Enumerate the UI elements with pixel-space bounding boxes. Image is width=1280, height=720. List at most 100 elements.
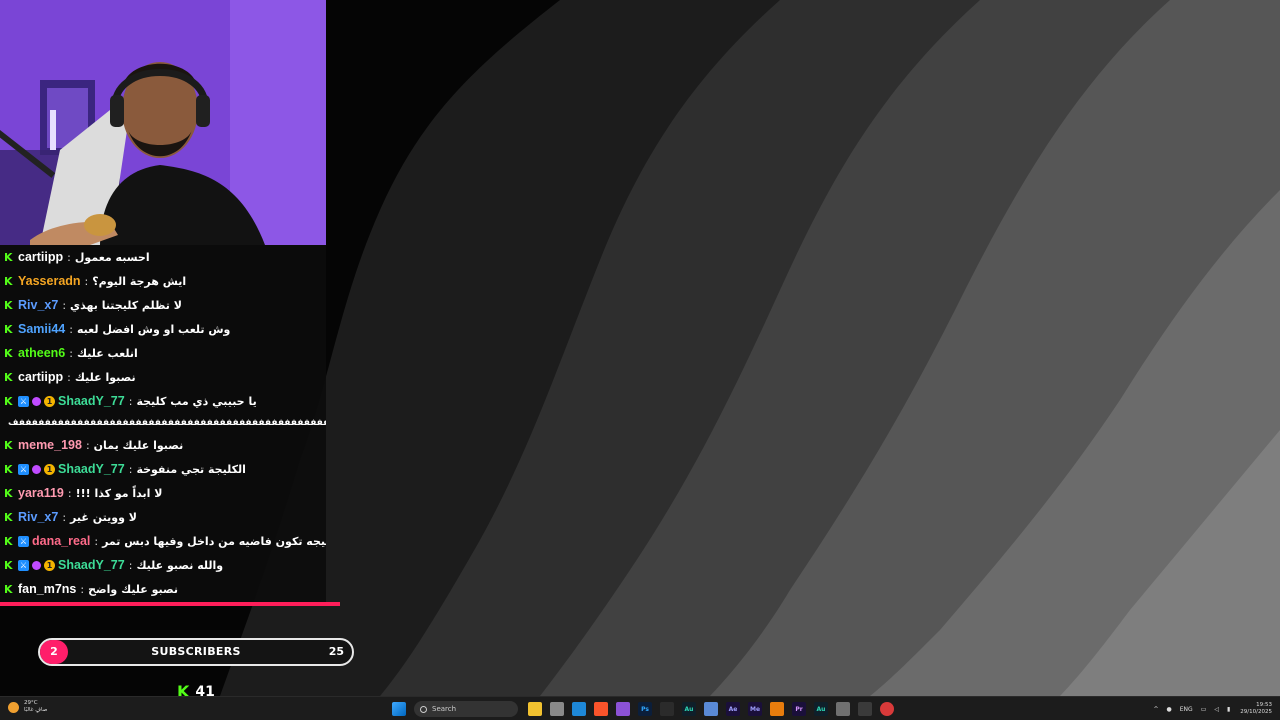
chat-message-text: والله نصبو عليك [136,558,224,572]
chat-username[interactable]: atheen6 [18,346,65,360]
chat-separator: : [128,558,133,572]
system-clock[interactable]: 19:53 29/10/2025 [1240,702,1272,716]
chat-message-text: لا تظلم كليجتنا بهذي [70,298,182,312]
chat-message: K ⚔ 1 ShaadY_77: والله نصبو عليك [0,553,326,577]
chat-message-text: انلعب عليك [76,346,138,360]
chat-message-text: نصبوا عليك يمان [93,438,184,452]
taskbar-apps: Search Ps Au Ae Me Pr Au [388,699,898,719]
chat-username[interactable]: cartiipp [18,370,63,384]
chat-message: Kfan_m7ns: نصبو عليك واضح [0,577,326,601]
coin-badge-icon: 1 [44,559,55,571]
chat-accent-bar [0,602,340,606]
network-icon[interactable]: ▭ [1201,706,1207,713]
recording-app-icon[interactable] [880,702,894,716]
chevron-up-icon[interactable]: ^ [1153,706,1158,713]
visual-studio-icon[interactable] [616,702,630,716]
chat-separator: : [67,486,72,500]
language-indicator[interactable]: ENG [1180,706,1193,713]
chat-separator: : [128,394,133,408]
chat-separator: : [94,534,99,548]
chat-username[interactable]: ShaadY_77 [58,462,125,476]
calculator-icon[interactable] [704,702,718,716]
chat-message: K Samii44: وش تلعب او وش افضل لعبه [0,317,326,341]
chat-username[interactable]: fan_m7ns [18,582,76,596]
capcut-icon[interactable] [660,702,674,716]
obs-icon[interactable] [858,702,872,716]
kick-icon: K [4,346,13,360]
kick-icon: K [4,534,13,548]
chat-separator: : [80,582,85,596]
chat-message-text: احسبه معمول [74,250,150,264]
windows-start-icon[interactable] [392,702,406,716]
search-placeholder: Search [432,705,457,713]
chat-message-text: وش تلعب او وش افضل لعبه [76,322,231,336]
chat-username[interactable]: ShaadY_77 [58,558,125,572]
kick-icon: K [4,486,13,500]
chat-message-text: لا ابداً مو كذا !!! [75,486,163,500]
battery-icon[interactable]: ▮ [1227,706,1230,713]
media-encoder-icon[interactable]: Me [748,702,762,716]
dot-badge-icon [32,396,41,406]
kick-icon: K [4,510,13,524]
weather-sun-icon [8,701,19,713]
subscribers-goal-bar: 2 SUBSCRIBERS 25 [38,638,354,666]
mod-badge-icon: ⚔ [18,395,29,407]
chat-username[interactable]: cartiipp [18,250,63,264]
chat-message-text: نصبوا عليك [74,370,136,384]
chat-username[interactable]: meme_198 [18,438,82,452]
brave-icon[interactable] [594,702,608,716]
settings-icon[interactable] [836,702,850,716]
kick-icon: K [4,370,13,384]
kick-icon: K [4,558,13,572]
chat-message-text: يا حبيبي ذي مب كليجة [136,394,257,408]
chat-message: K Yasseradn: ايش هرجة اليوم؟ [0,269,326,293]
chat-separator: : [62,298,67,312]
chat-username[interactable]: yara119 [18,486,64,500]
clock-time: 19:53 [1256,702,1272,708]
chat-message: Kcartiipp: احسبه معمول [0,245,326,269]
audition-icon[interactable]: Au [682,702,696,716]
kick-icon: K [4,582,13,596]
weather-temp: 29°C [24,700,38,706]
blender-icon[interactable] [770,702,784,716]
subscribers-label: SUBSCRIBERS [151,645,241,658]
search-icon [420,705,427,713]
kick-icon: K [4,394,13,408]
audition-icon-2[interactable]: Au [814,702,828,716]
chat-message: Katheen6: انلعب عليك [0,341,326,365]
chat-message: K Riv_x7: لا تظلم كليجتنا بهذي [0,293,326,317]
file-explorer-icon[interactable] [528,702,542,716]
chat-separator: : [67,250,71,264]
chat-message-text: الكليجة تجي منفوخة [136,462,246,476]
system-tray: ^ ● ENG ▭ ◁ ▮ 19:53 29/10/2025 [1149,699,1272,719]
kick-icon: K [4,462,13,476]
weather-widget[interactable]: 29°C صافٍ غالبًا [8,700,47,714]
chat-message: K ⚔ 1 ShaadY_77: يا حبيبي ذي مب كليجة [0,389,326,413]
photoshop-icon[interactable]: Ps [638,702,652,716]
chat-username[interactable]: Riv_x7 [18,510,58,524]
kick-icon: K [4,274,13,288]
volume-icon[interactable]: ◁ [1214,706,1219,713]
microphone-icon[interactable]: ● [1167,706,1172,713]
clock-date: 29/10/2025 [1240,709,1272,715]
store-icon[interactable] [550,702,564,716]
chat-username[interactable]: ShaadY_77 [58,394,125,408]
taskbar-search[interactable]: Search [414,701,518,717]
chat-separator: : [69,346,73,360]
chat-message: K Riv_x7: لا وويتن غير [0,505,326,529]
chat-username[interactable]: Yasseradn [18,274,81,288]
kick-icon: K [4,438,13,452]
chat-username[interactable]: Riv_x7 [18,298,58,312]
chat-username[interactable]: dana_real [32,534,90,548]
vscode-icon[interactable] [572,702,586,716]
after-effects-icon[interactable]: Ae [726,702,740,716]
premiere-icon[interactable]: Pr [792,702,806,716]
chat-separator: : [67,370,71,384]
coin-badge-icon: 1 [44,463,55,475]
chat-username[interactable]: Samii44 [18,322,65,336]
mod-badge-icon: ⚔ [18,559,29,571]
chat-message: K ⚔ dana_real: الكليجه تكون فاضيه من داخل و… [0,529,326,553]
chat-separator: : [128,462,133,476]
mod-badge-icon: ⚔ [18,535,29,547]
chat-message: Kcartiipp: نصبوا عليك [0,365,326,389]
